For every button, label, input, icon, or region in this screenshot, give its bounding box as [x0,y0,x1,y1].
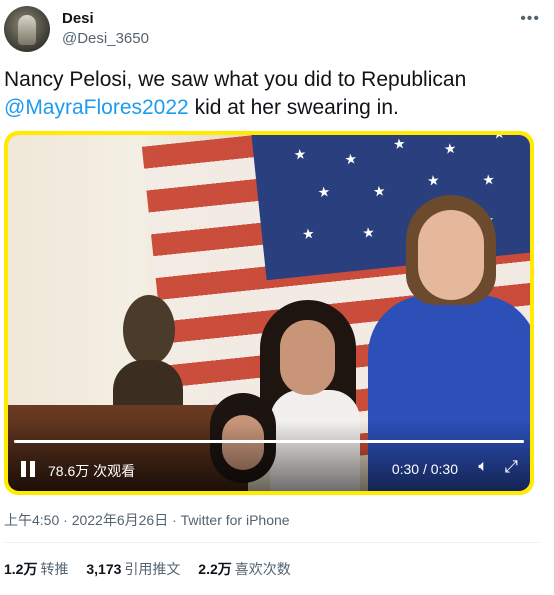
tweet-timestamp[interactable]: 上午4:50 · 2022年6月26日 · Twitter for iPhone [4,510,290,530]
stat-label: 引用推文 [124,561,181,577]
stat-label: 喜欢次数 [234,561,291,577]
pause-icon[interactable] [18,459,38,479]
stat-quotes[interactable]: 3,173 引用推文 [86,561,180,577]
tweet-stats: 1.2万 转推 3,173 引用推文 2.2万 喜欢次数 [4,559,305,579]
divider [4,542,540,543]
stat-count: 1.2万 [4,561,38,577]
tweet-text-part2: kid at her swearing in. [188,96,399,119]
volume-icon[interactable]: 🔈︎ [478,458,488,476]
user-handle[interactable]: @Desi_3650 [62,30,149,47]
progress-bar[interactable] [14,440,524,443]
child-face [280,320,335,395]
video-frame[interactable]: ★ ★ ★ ★ ★ ★ ★ ★ ★ ★ ★ ★ ★ 78.6万 [8,135,530,491]
stat-retweets[interactable]: 1.2万 转推 [4,561,68,577]
view-count: 78.6万 次观看 [48,463,136,479]
stat-count: 2.2万 [198,561,232,577]
video-player[interactable]: ★ ★ ★ ★ ★ ★ ★ ★ ★ ★ ★ ★ ★ 78.6万 [4,131,534,495]
mention-link[interactable]: @MayraFlores2022 [4,96,189,119]
tweet-text: Nancy Pelosi, we saw what you did to Rep… [4,66,534,122]
more-options-icon[interactable]: ••• [520,10,540,28]
tweet-text-part1: Nancy Pelosi, we saw what you did to Rep… [4,68,467,91]
video-time: 0:30 / 0:30 [391,461,458,477]
user-name[interactable]: Desi [62,10,94,27]
person-face [418,210,484,300]
stat-label: 转推 [40,561,69,577]
stat-likes[interactable]: 2.2万 喜欢次数 [198,561,290,577]
avatar[interactable] [4,6,50,52]
fullscreen-icon[interactable]: ⤢ [504,457,518,477]
stat-count: 3,173 [86,561,122,577]
tweet-header: Desi @Desi_3650 ••• [4,6,540,54]
video-controls: 78.6万 次观看 0:30 / 0:30 🔈︎ ⤢ [8,451,530,491]
progress-fill [14,440,524,443]
